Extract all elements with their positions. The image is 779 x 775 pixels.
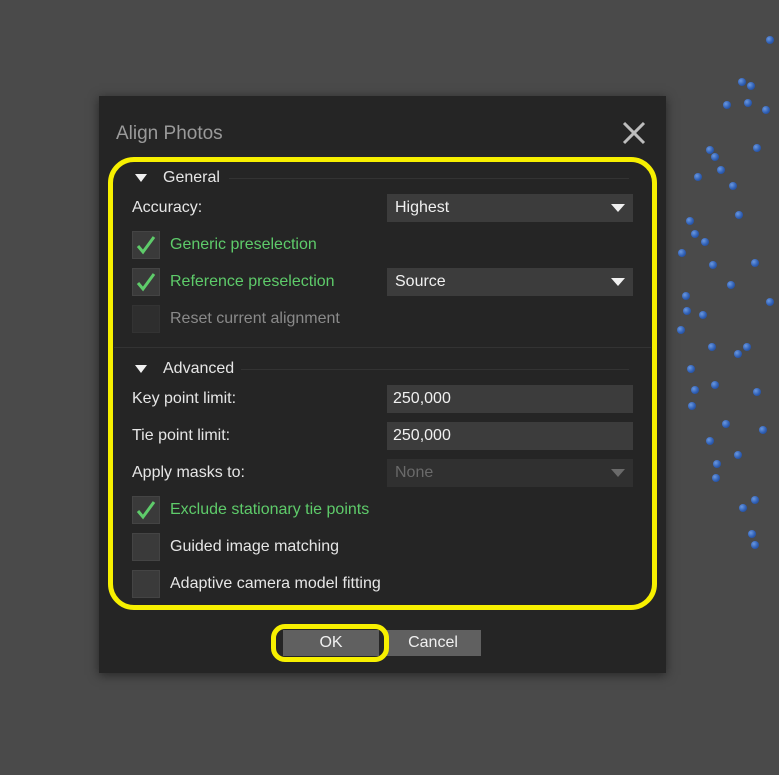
point-cloud-dot — [723, 101, 731, 109]
guided-matching-checkbox[interactable] — [132, 533, 160, 561]
reset-alignment-row[interactable]: Reset current alignment — [132, 305, 340, 333]
point-cloud-dot — [743, 343, 751, 351]
point-cloud-dot — [739, 504, 747, 512]
section-separator — [114, 347, 651, 348]
point-cloud-dot — [748, 530, 756, 538]
exclude-stationary-label: Exclude stationary tie points — [170, 501, 370, 518]
general-header-label: General — [163, 169, 220, 186]
point-cloud-dot — [678, 249, 686, 257]
point-cloud-dot — [694, 173, 702, 181]
exclude-stationary-checkbox[interactable] — [132, 496, 160, 524]
point-cloud-dot — [759, 426, 767, 434]
point-cloud-dot — [762, 106, 770, 114]
section-divider — [241, 369, 629, 370]
reference-preselection-label: Reference preselection — [170, 273, 335, 290]
point-cloud-dot — [688, 402, 696, 410]
point-cloud-dot — [691, 230, 699, 238]
point-cloud-dot — [682, 292, 690, 300]
point-cloud-dot — [734, 350, 742, 358]
key-point-limit-input[interactable]: 250,000 — [387, 385, 633, 413]
section-divider — [229, 178, 629, 179]
point-cloud-dot — [735, 211, 743, 219]
point-cloud-dot — [722, 420, 730, 428]
tie-point-limit-row: Tie point limit: — [132, 422, 230, 450]
point-cloud-dot — [727, 281, 735, 289]
point-cloud-dot — [701, 238, 709, 246]
adaptive-fitting-row[interactable]: Adaptive camera model fitting — [132, 570, 381, 598]
dropdown-arrow-icon — [611, 278, 625, 286]
accuracy-label: Accuracy: — [132, 199, 203, 216]
generic-preselection-label: Generic preselection — [170, 236, 317, 253]
point-cloud-dot — [751, 541, 759, 549]
key-point-limit-value: 250,000 — [393, 390, 451, 407]
dropdown-arrow-icon — [611, 469, 625, 477]
point-cloud-dot — [686, 217, 694, 225]
advanced-section-header[interactable]: Advanced — [135, 359, 234, 379]
accuracy-value: Highest — [395, 199, 450, 216]
accuracy-row: Accuracy: — [132, 194, 202, 222]
point-cloud-dot — [709, 261, 717, 269]
cancel-button[interactable]: Cancel — [385, 630, 481, 656]
point-cloud-dot — [712, 474, 720, 482]
point-cloud-dot — [687, 365, 695, 373]
point-cloud-dot — [751, 496, 759, 504]
reference-preselection-checkbox[interactable] — [132, 268, 160, 296]
point-cloud-dot — [766, 298, 774, 306]
collapse-triangle-icon — [135, 174, 147, 182]
generic-preselection-row[interactable]: Generic preselection — [132, 231, 317, 259]
point-cloud-dot — [706, 437, 714, 445]
key-point-limit-label: Key point limit: — [132, 390, 237, 407]
point-cloud-dot — [751, 259, 759, 267]
checkmark-icon — [136, 501, 156, 520]
point-cloud-dot — [744, 99, 752, 107]
point-cloud-dot — [677, 326, 685, 334]
point-cloud-dot — [729, 182, 737, 190]
apply-masks-label: Apply masks to: — [132, 464, 245, 481]
tie-point-limit-label: Tie point limit: — [132, 427, 231, 444]
adaptive-fitting-label: Adaptive camera model fitting — [170, 575, 381, 592]
tie-point-limit-input[interactable]: 250,000 — [387, 422, 633, 450]
reset-alignment-checkbox[interactable] — [132, 305, 160, 333]
checkmark-icon — [136, 236, 156, 255]
exclude-stationary-row[interactable]: Exclude stationary tie points — [132, 496, 369, 524]
close-icon[interactable] — [621, 120, 647, 146]
point-cloud-dot — [747, 82, 755, 90]
point-cloud-dot — [683, 307, 691, 315]
accuracy-dropdown[interactable]: Highest — [387, 194, 633, 222]
apply-masks-dropdown[interactable]: None — [387, 459, 633, 487]
point-cloud-dot — [699, 311, 707, 319]
advanced-header-label: Advanced — [163, 360, 235, 377]
point-cloud-dot — [753, 144, 761, 152]
reference-preselection-row[interactable]: Reference preselection — [132, 268, 335, 296]
generic-preselection-checkbox[interactable] — [132, 231, 160, 259]
point-cloud-dot — [711, 153, 719, 161]
point-cloud-dot — [738, 78, 746, 86]
checkmark-icon — [136, 273, 156, 292]
point-cloud-dot — [766, 36, 774, 44]
apply-masks-row: Apply masks to: — [132, 459, 245, 487]
point-cloud-dot — [734, 451, 742, 459]
guided-matching-label: Guided image matching — [170, 538, 339, 555]
apply-masks-value: None — [395, 464, 434, 481]
align-photos-dialog: Align Photos General Accuracy: Highest G… — [99, 96, 666, 673]
point-cloud-dot — [717, 166, 725, 174]
dropdown-arrow-icon — [611, 204, 625, 212]
ok-button[interactable]: OK — [283, 630, 379, 656]
tie-point-limit-value: 250,000 — [393, 427, 451, 444]
reset-alignment-label: Reset current alignment — [170, 310, 340, 327]
point-cloud-dot — [691, 386, 699, 394]
guided-matching-row[interactable]: Guided image matching — [132, 533, 339, 561]
reference-mode-dropdown[interactable]: Source — [387, 268, 633, 296]
point-cloud-dot — [711, 381, 719, 389]
collapse-triangle-icon — [135, 365, 147, 373]
reference-mode-value: Source — [395, 273, 446, 290]
dialog-title: Align Photos — [116, 123, 223, 144]
point-cloud-dot — [708, 343, 716, 351]
general-section-header[interactable]: General — [135, 168, 220, 188]
point-cloud-dot — [713, 460, 721, 468]
key-point-limit-row: Key point limit: — [132, 385, 236, 413]
point-cloud-dot — [753, 388, 761, 396]
adaptive-fitting-checkbox[interactable] — [132, 570, 160, 598]
